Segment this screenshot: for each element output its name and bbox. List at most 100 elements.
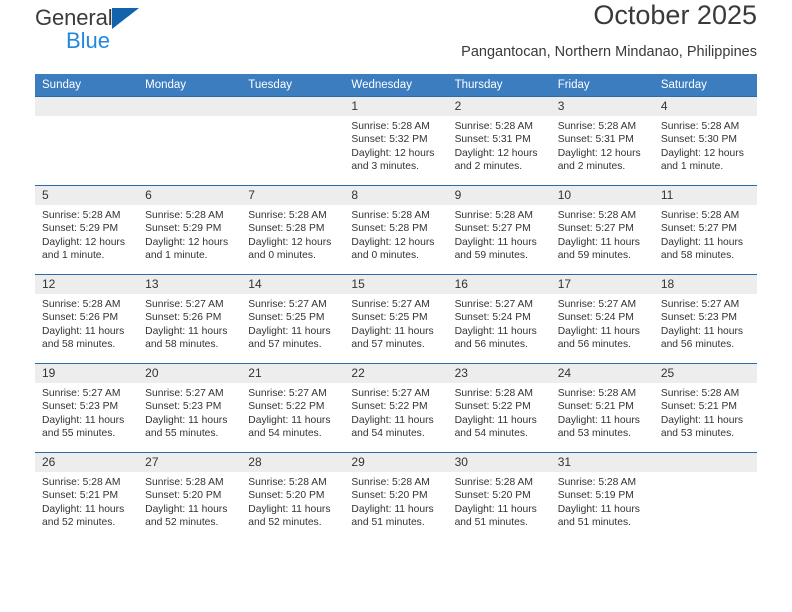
calendar-day-cell[interactable]: 15 Sunrise: 5:27 AM Sunset: 5:25 PM Dayligh… [344,274,448,364]
day-number: 14 [241,275,345,294]
day-details: Sunrise: 5:28 AM Sunset: 5:31 PM Daylight:… [448,116,551,174]
daylight-text: Daylight: 12 hours and 0 minutes. [351,236,435,262]
sunrise-text: Sunrise: 5:27 AM [660,299,740,310]
day-details: Sunrise: 5:28 AM Sunset: 5:28 PM Daylight:… [241,205,344,263]
calendar-day-cell[interactable]: 14 Sunrise: 5:27 AM Sunset: 5:25 PM Dayligh… [241,274,345,364]
calendar-day-cell[interactable]: 19 Sunrise: 5:27 AM Sunset: 5:23 PM Dayligh… [35,363,139,453]
calendar-day-cell[interactable]: 8 Sunrise: 5:28 AM Sunset: 5:28 PM Daylight… [344,185,448,275]
generalblue-logo[interactable]: General Blue [35,7,139,52]
day-details: Sunrise: 5:28 AM Sunset: 5:27 PM Daylight:… [654,205,757,263]
calendar-day-cell[interactable]: 30 Sunrise: 5:28 AM Sunset: 5:20 PM Dayligh… [447,452,551,542]
calendar-day-cell[interactable]: 18 Sunrise: 5:27 AM Sunset: 5:23 PM Dayligh… [653,274,757,364]
calendar-day-cell[interactable]: 2 Sunrise: 5:28 AM Sunset: 5:31 PM Daylight… [447,96,551,186]
calendar-day-cell[interactable]: 13 Sunrise: 5:27 AM Sunset: 5:26 PM Dayligh… [138,274,242,364]
sunset-text: Sunset: 5:27 PM [557,223,634,235]
day-number: 20 [138,364,242,383]
day-number: 31 [550,453,654,472]
day-details: Sunrise: 5:28 AM Sunset: 5:21 PM Daylight:… [551,383,654,441]
sunset-text: Sunset: 5:31 PM [557,134,634,146]
sunrise-text: Sunrise: 5:28 AM [557,210,637,221]
calendar-day-cell[interactable]: 29 Sunrise: 5:28 AM Sunset: 5:20 PM Dayligh… [344,452,448,542]
calendar-day-cell[interactable]: 26 Sunrise: 5:28 AM Sunset: 5:21 PM Dayligh… [35,452,139,542]
brand-name-blue: Blue [66,28,111,53]
daylight-text: Daylight: 12 hours and 1 minute. [660,147,744,173]
day-details: Sunrise: 5:28 AM Sunset: 5:20 PM Daylight:… [448,472,551,530]
calendar-day-cell[interactable]: 6 Sunrise: 5:28 AM Sunset: 5:29 PM Daylight… [138,185,242,275]
sunrise-text: Sunrise: 5:28 AM [42,210,121,221]
calendar-cell-empty [35,96,139,186]
sunset-text: Sunset: 5:24 PM [557,312,634,324]
sunset-text: Sunset: 5:29 PM [145,223,222,235]
sunrise-text: Sunrise: 5:27 AM [351,299,430,310]
sunset-text: Sunset: 5:32 PM [351,134,428,146]
sunrise-text: Sunrise: 5:27 AM [557,299,637,310]
sunset-text: Sunset: 5:22 PM [351,401,428,413]
sunset-text: Sunset: 5:20 PM [454,490,531,502]
calendar-day-cell[interactable]: 31 Sunrise: 5:28 AM Sunset: 5:19 PM Dayligh… [550,452,654,542]
sunrise-text: Sunrise: 5:28 AM [454,477,533,488]
calendar-day-cell[interactable]: 21 Sunrise: 5:27 AM Sunset: 5:22 PM Dayligh… [241,363,345,453]
daylight-text: Daylight: 12 hours and 1 minute. [42,236,125,262]
sunset-text: Sunset: 5:25 PM [351,312,428,324]
daylight-text: Daylight: 11 hours and 59 minutes. [557,236,640,262]
sunset-text: Sunset: 5:25 PM [248,312,325,324]
day-number: 25 [653,364,757,383]
day-number [138,97,242,116]
sunrise-sunset-calendar: Sunday Monday Tuesday Wednesday Thursday… [35,74,757,542]
sunrise-text: Sunrise: 5:28 AM [145,477,224,488]
calendar-day-cell[interactable]: 4 Sunrise: 5:28 AM Sunset: 5:30 PM Daylight… [653,96,757,186]
sunrise-text: Sunrise: 5:27 AM [42,388,121,399]
day-details: Sunrise: 5:28 AM Sunset: 5:21 PM Daylight:… [654,383,757,441]
page-subtitle: Pangantocan, Northern Mindanao, Philippi… [461,44,757,60]
daylight-text: Daylight: 11 hours and 51 minutes. [351,503,434,529]
day-number [241,97,345,116]
day-details: Sunrise: 5:28 AM Sunset: 5:21 PM Daylight:… [35,472,138,530]
calendar-day-cell[interactable]: 28 Sunrise: 5:28 AM Sunset: 5:20 PM Dayligh… [241,452,345,542]
day-details: Sunrise: 5:27 AM Sunset: 5:24 PM Daylight:… [448,294,551,352]
daylight-text: Daylight: 12 hours and 2 minutes. [557,147,641,173]
calendar-day-cell[interactable]: 22 Sunrise: 5:27 AM Sunset: 5:22 PM Dayligh… [344,363,448,453]
calendar-day-cell[interactable]: 12 Sunrise: 5:28 AM Sunset: 5:26 PM Dayligh… [35,274,139,364]
calendar-day-cell[interactable]: 23 Sunrise: 5:28 AM Sunset: 5:22 PM Dayligh… [447,363,551,453]
calendar-day-cell[interactable]: 7 Sunrise: 5:28 AM Sunset: 5:28 PM Daylight… [241,185,345,275]
calendar-day-cell[interactable]: 16 Sunrise: 5:27 AM Sunset: 5:24 PM Dayligh… [447,274,551,364]
calendar-day-cell[interactable]: 17 Sunrise: 5:27 AM Sunset: 5:24 PM Dayligh… [550,274,654,364]
sunrise-text: Sunrise: 5:28 AM [454,388,533,399]
calendar-day-cell[interactable]: 27 Sunrise: 5:28 AM Sunset: 5:20 PM Dayligh… [138,452,242,542]
sunset-text: Sunset: 5:24 PM [454,312,531,324]
sunrise-text: Sunrise: 5:28 AM [248,477,327,488]
sunset-text: Sunset: 5:30 PM [660,134,737,146]
weekday-header-saturday: Saturday [653,74,757,97]
day-details: Sunrise: 5:28 AM Sunset: 5:22 PM Daylight:… [448,383,551,441]
day-number: 30 [447,453,551,472]
calendar-day-cell[interactable]: 1 Sunrise: 5:28 AM Sunset: 5:32 PM Daylight… [344,96,448,186]
calendar-day-cell[interactable]: 20 Sunrise: 5:27 AM Sunset: 5:23 PM Dayligh… [138,363,242,453]
sunset-text: Sunset: 5:26 PM [145,312,222,324]
calendar-week-row: 19 Sunrise: 5:27 AM Sunset: 5:23 PM Dayligh… [35,363,757,453]
day-details: Sunrise: 5:27 AM Sunset: 5:25 PM Daylight:… [241,294,344,352]
calendar-day-cell[interactable]: 9 Sunrise: 5:28 AM Sunset: 5:27 PM Daylight… [447,185,551,275]
sunset-text: Sunset: 5:23 PM [42,401,119,413]
daylight-text: Daylight: 11 hours and 57 minutes. [248,325,331,351]
page-title: October 2025 [593,0,757,30]
weekday-header-monday: Monday [138,74,242,97]
sunrise-text: Sunrise: 5:27 AM [351,388,430,399]
calendar-day-cell[interactable]: 10 Sunrise: 5:28 AM Sunset: 5:27 PM Dayligh… [550,185,654,275]
calendar-week-row: 12 Sunrise: 5:28 AM Sunset: 5:26 PM Dayligh… [35,274,757,364]
calendar-day-cell[interactable]: 24 Sunrise: 5:28 AM Sunset: 5:21 PM Dayligh… [550,363,654,453]
sunrise-text: Sunrise: 5:28 AM [557,477,637,488]
day-number: 12 [35,275,139,294]
sunset-text: Sunset: 5:20 PM [145,490,222,502]
page-header: General Blue October 2025 Pangantocan, N… [35,0,757,74]
daylight-text: Daylight: 11 hours and 58 minutes. [145,325,228,351]
calendar-page: General Blue October 2025 Pangantocan, N… [0,0,792,612]
calendar-day-cell[interactable]: 5 Sunrise: 5:28 AM Sunset: 5:29 PM Daylight… [35,185,139,275]
weekday-header-friday: Friday [550,74,654,97]
day-number [653,453,757,472]
day-details: Sunrise: 5:28 AM Sunset: 5:27 PM Daylight:… [448,205,551,263]
calendar-day-cell[interactable]: 11 Sunrise: 5:28 AM Sunset: 5:27 PM Dayligh… [653,185,757,275]
calendar-day-cell[interactable]: 3 Sunrise: 5:28 AM Sunset: 5:31 PM Daylight… [550,96,654,186]
calendar-day-cell[interactable]: 25 Sunrise: 5:28 AM Sunset: 5:21 PM Dayligh… [653,363,757,453]
calendar-week-row: 26 Sunrise: 5:28 AM Sunset: 5:21 PM Dayligh… [35,452,757,542]
sunrise-text: Sunrise: 5:28 AM [660,121,740,132]
